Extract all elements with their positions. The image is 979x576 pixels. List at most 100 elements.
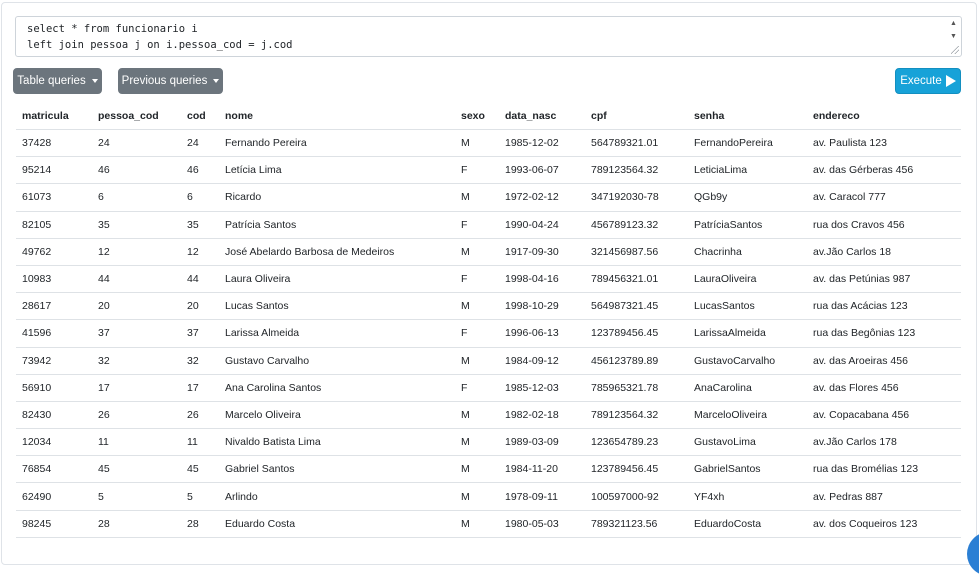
- cell-sexo: M: [455, 237, 499, 266]
- execute-label: Execute: [900, 75, 942, 87]
- cell-senha: QGb9y: [688, 183, 807, 212]
- cell-sexo: M: [455, 183, 499, 212]
- table-row: 49762 12 12 José Abelardo Barbosa de Medeir…: [16, 237, 961, 266]
- table-row: 10983 44 44 Laura Oliveira F 1998-04-16 789456…: [16, 264, 961, 293]
- cell-cod: 46: [181, 156, 219, 184]
- resize-grip-icon[interactable]: [951, 46, 959, 54]
- execute-button[interactable]: Execute: [895, 68, 961, 94]
- scroll-up-arrow-icon[interactable]: ▲: [947, 19, 960, 29]
- column-header-nome[interactable]: nome: [219, 103, 455, 130]
- cell-nome: Lucas Santos: [219, 292, 455, 320]
- column-header-endereco[interactable]: endereco: [807, 103, 961, 130]
- cell-nome: Laura Oliveira: [219, 264, 455, 293]
- cell-sexo: F: [455, 156, 499, 184]
- cell-senha: Chacrinha: [688, 237, 807, 266]
- cell-matricula: 37428: [16, 128, 92, 157]
- cell-pessoa-cod: 6: [92, 183, 181, 212]
- cell-pessoa-cod: 12: [92, 237, 181, 266]
- cell-sexo: M: [455, 346, 499, 375]
- cell-cpf: 100597000-92: [585, 482, 688, 511]
- sql-line-1: select * from funcionario i: [27, 23, 198, 35]
- cell-sexo: F: [455, 264, 499, 293]
- cell-matricula: 61073: [16, 183, 92, 212]
- cell-data-nasc: 1980-05-03: [499, 509, 585, 538]
- scroll-down-arrow-icon[interactable]: ▼: [947, 32, 960, 42]
- column-header-matricula[interactable]: matricula: [16, 103, 92, 130]
- cell-endereco: rua das Bromélias 123: [807, 455, 961, 483]
- cell-cod: 44: [181, 264, 219, 293]
- caret-down-icon: [213, 79, 220, 83]
- cell-cod: 45: [181, 455, 219, 483]
- cell-cod: 20: [181, 292, 219, 320]
- cell-endereco: av. das Flores 456: [807, 373, 961, 402]
- table-queries-button[interactable]: Table queries: [13, 68, 102, 94]
- cell-cpf: 789456321.01: [585, 264, 688, 293]
- cell-nome: Arlindo: [219, 482, 455, 511]
- cell-senha: LarissaAlmeida: [688, 319, 807, 347]
- column-header-cod[interactable]: cod: [181, 103, 219, 130]
- table-row: 76854 45 45 Gabriel Santos M 1984-11-20 123789…: [16, 455, 961, 483]
- cell-endereco: av.Jão Carlos 178: [807, 428, 961, 456]
- cell-data-nasc: 1993-06-07: [499, 156, 585, 184]
- caret-down-icon: [91, 79, 98, 83]
- cell-cod: 24: [181, 128, 219, 157]
- table-row: 37428 24 24 Fernando Pereira M 1985-12-02 5647…: [16, 128, 961, 157]
- cell-matricula: 98245: [16, 509, 92, 538]
- cell-senha: GustavoCarvalho: [688, 346, 807, 375]
- previous-queries-button[interactable]: Previous queries: [118, 68, 223, 94]
- cell-cpf: 456123789.89: [585, 346, 688, 375]
- cell-matricula: 73942: [16, 346, 92, 375]
- cell-matricula: 56910: [16, 373, 92, 402]
- cell-nome: Nivaldo Batista Lima: [219, 428, 455, 456]
- cell-cpf: 789321123.56: [585, 509, 688, 538]
- cell-endereco: av. das Aroeiras 456: [807, 346, 961, 375]
- cell-data-nasc: 1998-04-16: [499, 264, 585, 293]
- cell-cod: 11: [181, 428, 219, 456]
- cell-pessoa-cod: 46: [92, 156, 181, 184]
- cell-matricula: 49762: [16, 237, 92, 266]
- cell-data-nasc: 1985-12-02: [499, 128, 585, 157]
- cell-cod: 28: [181, 509, 219, 538]
- column-header-pessoa-cod[interactable]: pessoa_cod: [92, 103, 181, 130]
- cell-cpf: 321456987.56: [585, 237, 688, 266]
- cell-cod: 32: [181, 346, 219, 375]
- cell-senha: AnaCarolina: [688, 373, 807, 402]
- table-body: 37428 24 24 Fernando Pereira M 1985-12-02 5647…: [16, 128, 961, 538]
- cell-cpf: 564987321.45: [585, 292, 688, 320]
- cell-data-nasc: 1985-12-03: [499, 373, 585, 402]
- cell-endereco: av. Paulista 123: [807, 128, 961, 157]
- cell-endereco: rua das Begônias 123: [807, 319, 961, 347]
- table-header-row: matricula pessoa_cod cod nome sexo data_nasc c…: [16, 103, 961, 130]
- cell-senha: LauraOliveira: [688, 264, 807, 293]
- column-header-cpf[interactable]: cpf: [585, 103, 688, 130]
- cell-nome: Gabriel Santos: [219, 455, 455, 483]
- table-row: 61073 6 6 Ricardo M 1972-02-12 347192030-78 QGb…: [16, 183, 961, 212]
- table-row: 82105 35 35 Patrícia Santos F 1990-04-24 45678…: [16, 210, 961, 239]
- cell-cod: 6: [181, 183, 219, 212]
- cell-cpf: 347192030-78: [585, 183, 688, 212]
- cell-sexo: M: [455, 482, 499, 511]
- sql-query-editor[interactable]: select * from funcionario i left join pe…: [15, 16, 962, 57]
- cell-nome: Ricardo: [219, 183, 455, 212]
- cell-nome: Letícia Lima: [219, 156, 455, 184]
- cell-senha: GustavoLima: [688, 428, 807, 456]
- column-header-senha[interactable]: senha: [688, 103, 807, 130]
- play-icon: [945, 75, 956, 87]
- column-header-data-nasc[interactable]: data_nasc: [499, 103, 585, 130]
- cell-endereco: av.Jão Carlos 18: [807, 237, 961, 266]
- cell-data-nasc: 1917-09-30: [499, 237, 585, 266]
- cell-pessoa-cod: 17: [92, 373, 181, 402]
- cell-cod: 37: [181, 319, 219, 347]
- table-row: 62490 5 5 Arlindo M 1978-09-11 100597000-92 YF4…: [16, 482, 961, 511]
- cell-matricula: 95214: [16, 156, 92, 184]
- table-row: 82430 26 26 Marcelo Oliveira M 1982-02-18 7891…: [16, 400, 961, 429]
- cell-endereco: rua dos Cravos 456: [807, 210, 961, 239]
- sql-query-text[interactable]: select * from funcionario i left join pe…: [27, 21, 293, 53]
- cell-pessoa-cod: 5: [92, 482, 181, 511]
- cell-data-nasc: 1972-02-12: [499, 183, 585, 212]
- cell-data-nasc: 1998-10-29: [499, 292, 585, 320]
- previous-queries-label: Previous queries: [121, 75, 208, 87]
- cell-matricula: 82430: [16, 400, 92, 429]
- cell-matricula: 10983: [16, 264, 92, 293]
- column-header-sexo[interactable]: sexo: [455, 103, 499, 130]
